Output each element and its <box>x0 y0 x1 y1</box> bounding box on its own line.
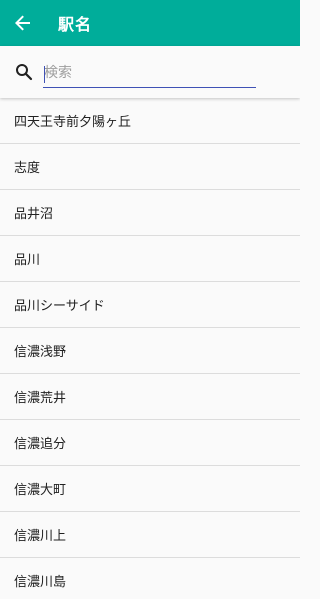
search-field <box>43 59 256 88</box>
station-list-item[interactable]: 品川シーサイド <box>0 282 300 328</box>
app-toolbar: 駅名 <box>0 0 300 46</box>
station-list-item[interactable]: 信濃荒井 <box>0 374 300 420</box>
text-caret <box>44 65 45 83</box>
search-icon <box>14 62 34 82</box>
station-list: 四天王寺前夕陽ヶ丘 志度 品井沼 品川 品川シーサイド 信濃浅野 信濃荒井 信濃追分 信濃大町信… <box>0 98 300 599</box>
station-picker-screen: 駅名 四天王寺前夕陽ヶ丘志度品井沼品川品川シーサイド信濃浅野信濃荒井信濃追分信濃… <box>0 0 300 599</box>
station-list-item[interactable]: 信濃大町 <box>0 466 300 512</box>
station-list-item[interactable]: 信濃浅野 <box>0 328 300 374</box>
page-title: 駅名 <box>58 15 93 34</box>
station-list-item[interactable]: 信濃川島 <box>0 558 300 599</box>
search-input[interactable] <box>43 60 256 87</box>
station-list-item[interactable]: 品井沼 <box>0 190 300 236</box>
station-list-item[interactable]: 志度 <box>0 144 300 190</box>
station-list-item[interactable]: 信濃追分 <box>0 420 300 466</box>
station-list-item[interactable]: 信濃川上 <box>0 512 300 558</box>
search-bar <box>0 46 300 98</box>
station-list-item[interactable]: 品川 <box>0 236 300 282</box>
back-button[interactable] <box>0 0 46 46</box>
station-list-item[interactable]: 四天王寺前夕陽ヶ丘 <box>0 98 300 144</box>
arrow-back-icon <box>15 15 31 31</box>
